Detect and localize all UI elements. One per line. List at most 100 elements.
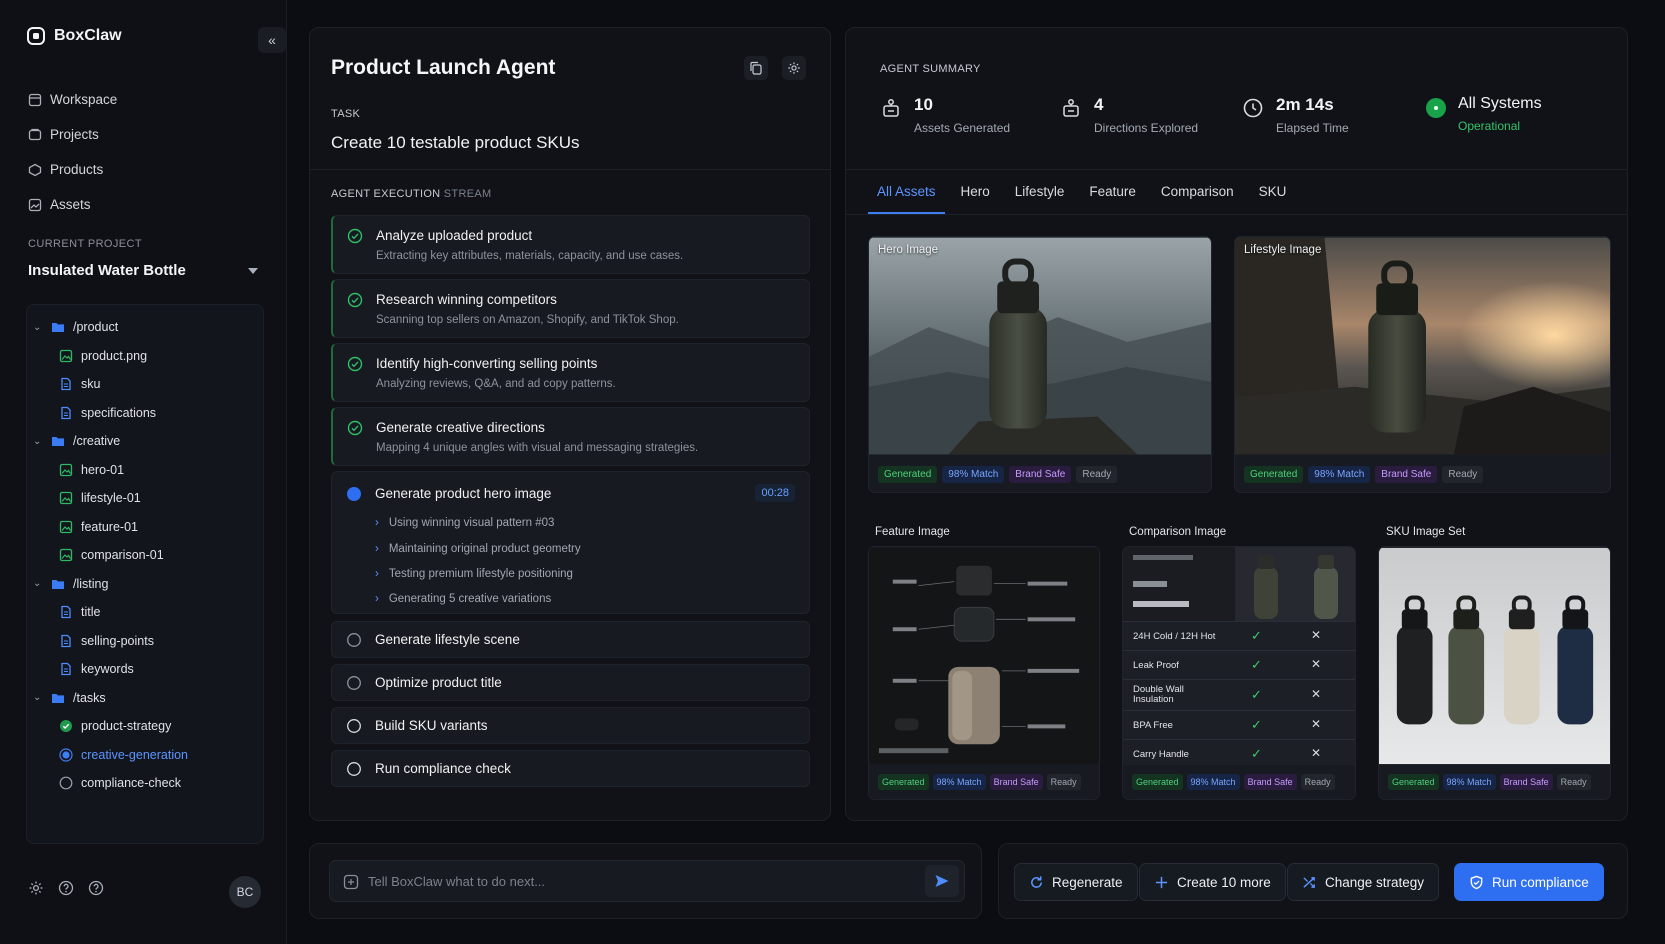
asset-card-comparison[interactable]: 24H Cold / 12H Hot ✓ ✕ Leak Proof ✓ ✕ Double… xyxy=(1122,546,1356,800)
file-selling-points[interactable]: selling-points xyxy=(27,627,263,656)
file-specifications[interactable]: specifications xyxy=(27,399,263,428)
step-timer-badge: 00:28 xyxy=(755,484,795,502)
folder-label: /product xyxy=(73,320,119,335)
change-strategy-button[interactable]: Change strategy xyxy=(1287,863,1440,901)
help-icon[interactable] xyxy=(88,880,104,896)
step-compliance[interactable]: Run compliance check xyxy=(331,750,810,787)
send-button[interactable] xyxy=(925,865,959,897)
empty-circle-icon xyxy=(347,676,361,690)
stat-directions: 4 Directions Explored xyxy=(1060,95,1198,135)
file-title[interactable]: title xyxy=(27,598,263,627)
asset-card-sku[interactable]: Generated 98% Match Brand Safe Ready xyxy=(1378,546,1611,800)
image-file-icon xyxy=(59,492,73,505)
nav-item-projects[interactable]: Projects xyxy=(28,117,117,152)
regenerate-button[interactable]: Regenerate xyxy=(1014,863,1138,901)
folder-creative[interactable]: ⌄ /creative xyxy=(27,427,263,456)
check-icon: ✓ xyxy=(1251,657,1262,672)
agent-title: Product Launch Agent xyxy=(331,56,556,79)
comparison-row: BPA Free ✓ ✕ xyxy=(1123,710,1355,739)
send-icon xyxy=(935,875,949,887)
file-tree: ⌄ /product product.png sku specification… xyxy=(26,304,264,844)
file-lifestyle-01[interactable]: lifestyle-01 xyxy=(27,484,263,513)
x-icon: ✕ xyxy=(1311,746,1322,760)
nav-item-workspace[interactable]: Workspace xyxy=(28,82,117,117)
nav-item-products[interactable]: Products xyxy=(28,152,117,187)
x-icon: ✕ xyxy=(1311,687,1322,701)
badge-row: Generated 98% Match Brand Safe Ready xyxy=(878,466,1118,483)
tab-sku[interactable]: SKU xyxy=(1250,170,1296,214)
file-comparison-01[interactable]: comparison-01 xyxy=(27,541,263,570)
file-sku[interactable]: sku xyxy=(27,370,263,399)
tab-comparison[interactable]: Comparison xyxy=(1152,170,1243,214)
file-product-png[interactable]: product.png xyxy=(27,342,263,371)
ready-badge: Ready xyxy=(1300,774,1335,790)
step-creative-directions[interactable]: Generate creative directions Mapping 4 u… xyxy=(331,407,810,466)
current-project-select[interactable]: Insulated Water Bottle xyxy=(28,262,258,279)
folder-icon xyxy=(52,693,64,703)
task-product-strategy[interactable]: product-strategy xyxy=(27,712,263,741)
comparison-feature: 24H Cold / 12H Hot xyxy=(1133,631,1216,642)
projects-icon xyxy=(28,128,42,140)
tab-hero[interactable]: Hero xyxy=(952,170,999,214)
run-compliance-button[interactable]: Run compliance xyxy=(1454,863,1604,901)
file-hero-01[interactable]: hero-01 xyxy=(27,456,263,485)
image-file-icon xyxy=(59,463,73,476)
tab-all-assets[interactable]: All Assets xyxy=(868,170,945,214)
clock-icon xyxy=(1243,98,1263,118)
file-keywords[interactable]: keywords xyxy=(27,655,263,684)
main-nav: Workspace Projects Products Assets xyxy=(28,82,117,222)
folder-product[interactable]: ⌄ /product xyxy=(27,313,263,342)
asset-card-lifestyle[interactable]: Lifestyle Image Generated 98% Match Bran… xyxy=(1234,236,1611,493)
file-feature-01[interactable]: feature-01 xyxy=(27,513,263,542)
robot-icon xyxy=(1063,99,1079,117)
empty-circle-icon xyxy=(347,719,361,733)
step-research-competitors[interactable]: Research winning competitors Scanning to… xyxy=(331,279,810,338)
asset-title: Lifestyle Image xyxy=(1244,244,1322,256)
help-icon[interactable] xyxy=(58,880,74,896)
tab-lifestyle[interactable]: Lifestyle xyxy=(1006,170,1074,214)
step-lifestyle-scene[interactable]: Generate lifestyle scene xyxy=(331,621,810,658)
step-analyze-product[interactable]: Analyze uploaded product Extracting key … xyxy=(331,215,810,274)
task-creative-generation[interactable]: creative-generation xyxy=(27,741,263,770)
step-selling-points[interactable]: Identify high-converting selling points … xyxy=(331,343,810,402)
match-badge: 98% Match xyxy=(1308,466,1371,483)
asset-title: Comparison Image xyxy=(1129,526,1227,538)
brand[interactable]: BoxClaw xyxy=(26,26,122,46)
check-icon: ✓ xyxy=(1251,687,1262,702)
nav-item-assets[interactable]: Assets xyxy=(28,187,117,222)
step-build-sku[interactable]: Build SKU variants xyxy=(331,707,810,744)
chevron-right-icon: › xyxy=(375,593,379,605)
task-compliance-check[interactable]: compliance-check xyxy=(27,769,263,798)
settings-button[interactable] xyxy=(782,56,806,80)
chevron-right-icon: › xyxy=(375,568,379,580)
create-more-button[interactable]: Create 10 more xyxy=(1139,863,1286,901)
asset-card-feature[interactable]: Generated 98% Match Brand Safe Ready xyxy=(868,546,1100,800)
chat-input[interactable]: Tell BoxClaw what to do next... xyxy=(329,860,965,902)
task-label: product-strategy xyxy=(81,719,172,734)
match-badge: 98% Match xyxy=(1186,774,1240,790)
agent-toolbar xyxy=(744,56,806,80)
caret-down-icon[interactable] xyxy=(248,268,258,274)
collapse-sidebar-button[interactable]: « xyxy=(258,27,286,53)
document-file-icon xyxy=(61,406,71,419)
comparison-row: Leak Proof ✓ ✕ xyxy=(1123,650,1355,679)
asset-card-hero[interactable]: Hero Image Generated 98% Match Brand Saf… xyxy=(868,236,1212,493)
image-file-icon xyxy=(59,520,73,533)
substep-item: › Testing premium lifestyle positioning xyxy=(375,568,573,580)
button-label: Change strategy xyxy=(1325,874,1425,890)
step-hero-image-active[interactable]: Generate product hero image 00:28 › Using… xyxy=(331,471,810,614)
step-title: Run compliance check xyxy=(375,761,511,776)
step-optimize-title[interactable]: Optimize product title xyxy=(331,664,810,701)
workspace-icon xyxy=(28,93,42,106)
folder-listing[interactable]: ⌄ /listing xyxy=(27,570,263,599)
tab-feature[interactable]: Feature xyxy=(1080,170,1145,214)
folder-tasks[interactable]: ⌄ /tasks xyxy=(27,684,263,713)
user-avatar[interactable]: BC xyxy=(229,876,261,908)
feature-image-preview xyxy=(869,547,1099,765)
task-label: compliance-check xyxy=(81,776,182,791)
copy-button[interactable] xyxy=(744,56,768,80)
button-label: Create 10 more xyxy=(1177,874,1271,890)
gear-icon[interactable] xyxy=(28,880,44,896)
chevron-right-icon: › xyxy=(375,543,379,555)
step-title: Build SKU variants xyxy=(375,718,488,733)
